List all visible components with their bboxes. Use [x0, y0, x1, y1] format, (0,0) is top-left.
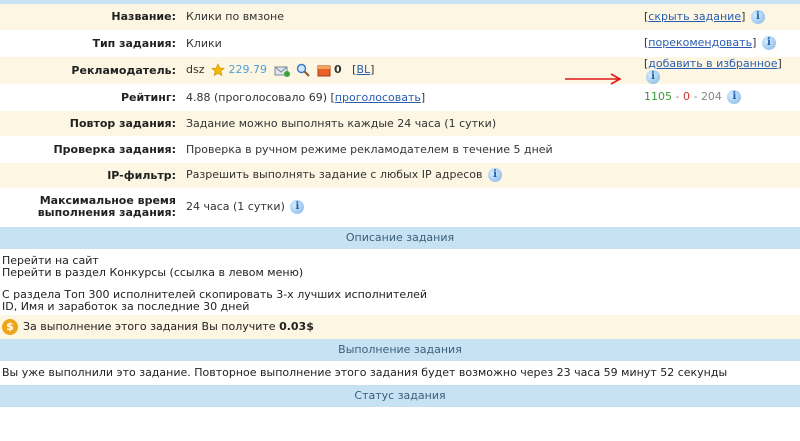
row-type: Тип задания: Клики [порекомендовать] i: [0, 30, 800, 57]
row-name: Название: Клики по вмзоне [скрыть задани…: [0, 4, 800, 31]
row-advertiser: Рекламодатель: dsz 229.79 0 [BL] [добави…: [0, 56, 800, 85]
info-icon[interactable]: i: [290, 200, 305, 214]
search-icon[interactable]: [296, 63, 310, 77]
box-icon[interactable]: [317, 63, 331, 77]
value-check: Проверка в ручном режиме рекламодателем …: [182, 136, 800, 163]
ip-text: Разрешить выполнять задание с любых IP а…: [186, 168, 483, 181]
value-rating: 4.88 (проголосовало 69) [проголосовать]: [182, 84, 640, 111]
vote-counts: 1105 - 0 - 204 i: [640, 84, 800, 111]
negative-count: 204: [700, 90, 722, 103]
desc-line: ID, Имя и заработок за последние 30 дней: [2, 299, 250, 313]
reward-text: За выполнение этого задания Вы получите: [23, 319, 280, 333]
execution-message: Вы уже выполнили это задание. Повторное …: [0, 360, 800, 385]
section-status: Статус задания: [0, 384, 800, 407]
label-ip: IP-фильтр:: [0, 162, 182, 189]
reward-row: $ За выполнение этого задания Вы получите…: [0, 314, 800, 339]
star-icon: [211, 63, 225, 77]
red-arrow-annotation: [565, 73, 622, 85]
advertiser-rating: 229.79: [228, 63, 268, 76]
value-repeat: Задание можно выполнять каждые 24 часа (…: [182, 110, 800, 137]
value-maxtime: 24 часа (1 сутки) i: [182, 188, 800, 227]
label-maxtime-line2: выполнения задания:: [37, 206, 176, 219]
label-name: Название:: [0, 4, 182, 31]
desc-line: Перейти в раздел Конкурсы (ссылка в лево…: [2, 265, 304, 279]
rating-text: 4.88 (проголосовало 69) [: [186, 90, 335, 104]
action-hide: [скрыть задание] i: [640, 4, 800, 31]
desc-line: Перейти на сайт: [2, 253, 99, 267]
recommend-link[interactable]: порекомендовать: [648, 36, 752, 49]
label-maxtime: Максимальное время выполнения задания:: [0, 188, 182, 227]
value-name: Клики по вмзоне: [182, 4, 640, 31]
positive-count: 1105: [644, 90, 672, 103]
label-rating: Рейтинг:: [0, 84, 182, 111]
row-rating: Рейтинг: 4.88 (проголосовало 69) [прогол…: [0, 84, 800, 111]
section-execution: Выполнение задания: [0, 338, 800, 361]
mail-icon[interactable]: [274, 63, 290, 77]
label-check: Проверка задания:: [0, 136, 182, 163]
label-type: Тип задания:: [0, 30, 182, 57]
reward-amount: 0.03$: [279, 319, 314, 333]
task-info-table: Название: Клики по вмзоне [скрыть задани…: [0, 4, 800, 227]
coin-icon: $: [2, 318, 18, 335]
label-repeat: Повтор задания:: [0, 110, 182, 137]
row-repeat: Повтор задания: Задание можно выполнять …: [0, 110, 800, 137]
vote-link[interactable]: проголосовать: [335, 91, 421, 104]
action-favorite: [добавить в избранное] i: [640, 56, 800, 85]
action-recommend: [порекомендовать] i: [640, 30, 800, 57]
row-check: Проверка задания: Проверка в ручном режи…: [0, 136, 800, 163]
info-icon[interactable]: i: [727, 90, 742, 104]
info-icon[interactable]: i: [487, 168, 502, 182]
row-ip: IP-фильтр: Разрешить выполнять задание с…: [0, 162, 800, 189]
task-description: Перейти на сайт Перейти в раздел Конкурс…: [0, 248, 800, 315]
advertiser-name[interactable]: dsz: [186, 63, 205, 76]
row-maxtime: Максимальное время выполнения задания: 2…: [0, 188, 800, 227]
advertiser-count: 0: [334, 63, 342, 76]
value-ip: Разрешить выполнять задание с любых IP а…: [182, 162, 800, 189]
desc-line: С раздела Топ 300 исполнителей скопирова…: [2, 287, 428, 301]
info-icon[interactable]: i: [750, 9, 765, 24]
sep: -: [672, 90, 683, 103]
add-favorite-link[interactable]: добавить в избранное: [648, 57, 777, 70]
hide-task-link[interactable]: скрыть задание: [648, 10, 741, 23]
section-description: Описание задания: [0, 226, 800, 249]
bl-link[interactable]: BL: [356, 63, 370, 76]
info-icon[interactable]: i: [761, 36, 776, 50]
label-advertiser: Рекламодатель:: [0, 56, 182, 85]
sep: -: [689, 90, 701, 103]
value-type: Клики: [182, 30, 640, 57]
maxtime-text: 24 часа (1 сутки): [186, 200, 285, 213]
zero-count: 0: [682, 90, 690, 103]
info-icon[interactable]: i: [646, 69, 660, 84]
rating-close: ]: [420, 90, 426, 104]
